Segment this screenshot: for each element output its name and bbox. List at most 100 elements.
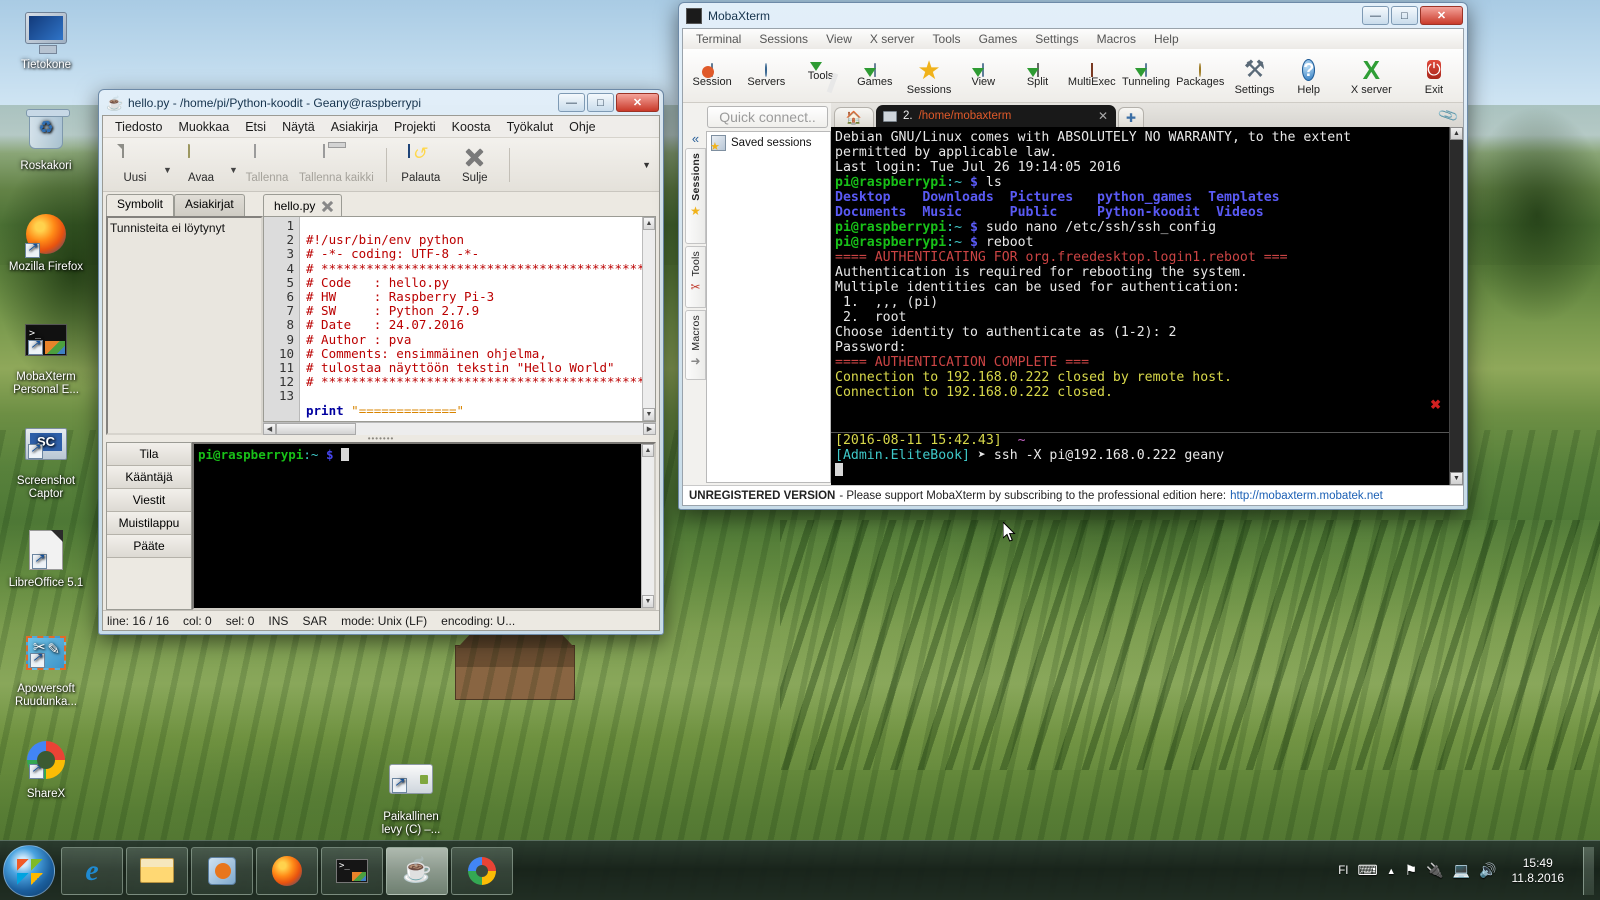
menu-tiedosto[interactable]: Tiedosto bbox=[107, 118, 170, 136]
saved-sessions-tree[interactable]: Saved sessions bbox=[706, 131, 831, 483]
geany-titlebar[interactable]: ☕ hello.py - /home/pi/Python-koodit - Ge… bbox=[99, 90, 663, 116]
toolbar-exit-button[interactable]: ⏻ Exit bbox=[1407, 56, 1461, 96]
tab-close-icon[interactable] bbox=[321, 200, 333, 212]
moba-menu-games[interactable]: Games bbox=[970, 31, 1027, 47]
toolbar-help-button[interactable]: ? Help bbox=[1282, 56, 1336, 96]
geany-maximize-button[interactable]: □ bbox=[587, 93, 614, 112]
scroll-down-arrow-icon[interactable]: ▼ bbox=[642, 595, 654, 608]
vtab-tools[interactable]: Tools ✂ bbox=[685, 246, 706, 308]
usb-eject-icon[interactable]: 🔌 bbox=[1426, 862, 1443, 879]
start-button[interactable] bbox=[3, 844, 55, 897]
home-tab[interactable]: 🏠 bbox=[834, 107, 874, 127]
desktop-icon-tietokone[interactable]: Tietokone bbox=[0, 8, 92, 72]
msgtab-muistilappu[interactable]: Muistilappu bbox=[107, 512, 191, 535]
new-dropdown-caret-icon[interactable]: ▼ bbox=[163, 165, 173, 175]
network-icon[interactable]: 💻 bbox=[1453, 862, 1470, 879]
terminal-vertical-scrollbar[interactable]: ▲ ▼ bbox=[641, 444, 654, 608]
taskbar-button-mobaxterm[interactable]: >_ bbox=[321, 846, 383, 895]
show-desktop-button[interactable] bbox=[1583, 846, 1594, 895]
show-hidden-icons-icon[interactable]: ▲ bbox=[1387, 866, 1396, 876]
toolbar-split-button[interactable]: Split bbox=[1010, 62, 1064, 88]
sidebar-tab-symbolit[interactable]: Symbolit bbox=[106, 194, 175, 216]
scroll-up-arrow-icon[interactable]: ▲ bbox=[643, 217, 655, 230]
mobaxterm-titlebar[interactable]: MobaXterm — □ ✕ bbox=[679, 3, 1467, 29]
mobaxterm-maximize-button[interactable]: □ bbox=[1391, 6, 1418, 25]
taskbar-button-media-player[interactable] bbox=[191, 846, 253, 895]
code-editor[interactable]: 1 2 3 4 5 6 7 8 9 10 11 12 13 #!/usr/bin/env python … bbox=[263, 216, 656, 422]
msgtab-viestit[interactable]: Viestit bbox=[107, 489, 191, 512]
taskbar-button-file-explorer[interactable] bbox=[126, 846, 188, 895]
keyboard-icon[interactable]: ⌨ bbox=[1357, 862, 1377, 879]
toolbar-new-button[interactable]: Uusi bbox=[109, 144, 161, 184]
toolbar-save-all-button[interactable]: Tallenna kaikki bbox=[295, 144, 378, 184]
scroll-down-arrow-icon[interactable]: ▼ bbox=[643, 408, 655, 421]
editor-horizontal-scrollbar[interactable]: ◀ ▶ bbox=[263, 422, 656, 435]
terminal-tab-2[interactable]: 2. /home/mobaxterm ✕ bbox=[876, 105, 1116, 127]
moba-menu-settings[interactable]: Settings bbox=[1026, 31, 1087, 47]
scroll-up-arrow-icon[interactable]: ▲ bbox=[1450, 127, 1463, 140]
msgtab-tila[interactable]: Tila bbox=[107, 443, 191, 466]
scroll-left-arrow-icon[interactable]: ◀ bbox=[263, 423, 276, 435]
hscroll-thumb[interactable] bbox=[276, 423, 356, 435]
menu-tyokalut[interactable]: Työkalut bbox=[499, 118, 562, 136]
terminal-console[interactable]: Debian GNU/Linux comes with ABSOLUTELY N… bbox=[831, 127, 1463, 485]
moba-menu-help[interactable]: Help bbox=[1145, 31, 1188, 47]
volume-icon[interactable]: 🔊 bbox=[1479, 862, 1496, 879]
menu-etsi[interactable]: Etsi bbox=[237, 118, 274, 136]
menu-muokkaa[interactable]: Muokkaa bbox=[170, 118, 237, 136]
scroll-right-arrow-icon[interactable]: ▶ bbox=[643, 423, 656, 435]
toolbar-sessions-button[interactable]: ★ Sessions bbox=[902, 56, 956, 96]
desktop-icon-sharex[interactable]: ShareX bbox=[0, 738, 92, 801]
geany-window[interactable]: ☕ hello.py - /home/pi/Python-koodit - Ge… bbox=[98, 89, 664, 635]
open-dropdown-caret-icon[interactable]: ▼ bbox=[229, 165, 239, 175]
vtab-macros[interactable]: Macros ➜ bbox=[685, 310, 706, 380]
console-vertical-scrollbar[interactable]: ▲ ▼ bbox=[1449, 127, 1463, 485]
scroll-up-arrow-icon[interactable]: ▲ bbox=[642, 444, 654, 457]
code-text[interactable]: #!/usr/bin/env python # -*- coding: UTF-… bbox=[300, 217, 642, 421]
geany-minimize-button[interactable]: — bbox=[558, 93, 585, 112]
moba-menu-macros[interactable]: Macros bbox=[1088, 31, 1145, 47]
mobaxterm-window[interactable]: MobaXterm — □ ✕ Terminal Sessions View X… bbox=[678, 2, 1468, 510]
taskbar-clock[interactable]: 15:49 11.8.2016 bbox=[1506, 856, 1571, 886]
mobaxterm-close-button[interactable]: ✕ bbox=[1420, 6, 1463, 25]
toolbar-revert-button[interactable]: Palauta bbox=[395, 144, 447, 184]
sidebar-tab-asiakirjat[interactable]: Asiakirjat bbox=[174, 194, 245, 216]
paperclip-icon[interactable]: 📎 bbox=[1436, 104, 1460, 127]
desktop-icon-roskakori[interactable]: Roskakori bbox=[0, 109, 92, 173]
toolbar-packages-button[interactable]: Packages bbox=[1173, 62, 1227, 88]
moba-menu-sessions[interactable]: Sessions bbox=[750, 31, 817, 47]
taskbar-button-sharex[interactable] bbox=[451, 846, 513, 895]
toolbar-games-button[interactable]: Games bbox=[848, 62, 902, 88]
taskbar-button-internet-explorer[interactable]: e bbox=[61, 846, 123, 895]
toolbar-xserver-button[interactable]: X X server bbox=[1336, 56, 1407, 96]
toolbar-servers-button[interactable]: Servers bbox=[739, 62, 793, 88]
desktop-icon-libreoffice[interactable]: LibreOffice 5.1 bbox=[0, 528, 92, 590]
vtab-sessions[interactable]: Sessions ★ bbox=[685, 148, 706, 244]
moba-menu-view[interactable]: View bbox=[817, 31, 861, 47]
toolbar-save-button[interactable]: Tallenna bbox=[241, 144, 293, 184]
mobaxterm-website-link[interactable]: http://mobaxterm.mobatek.net bbox=[1230, 490, 1383, 502]
taskbar-button-geany[interactable]: ☕ bbox=[386, 846, 448, 895]
symbols-list[interactable]: Tunnisteita ei löytynyt bbox=[106, 216, 263, 435]
msgtab-paate[interactable]: Pääte bbox=[107, 535, 191, 558]
desktop-icon-apowersoft[interactable]: Apowersoft Ruudunka... bbox=[0, 633, 92, 709]
desktop-icon-mobaxterm[interactable]: MobaXterm Personal E... bbox=[0, 320, 92, 397]
editor-vertical-scrollbar[interactable]: ▲ ▼ bbox=[642, 217, 655, 421]
taskbar-button-firefox[interactable] bbox=[256, 846, 318, 895]
moba-menu-xserver[interactable]: X server bbox=[861, 31, 924, 47]
network-flag-icon[interactable]: ⚑ bbox=[1405, 862, 1418, 879]
toolbar-settings-button[interactable]: ⚒ Settings bbox=[1227, 56, 1281, 96]
desktop-icon-local-drive[interactable]: Paikallinen levy (C) –... bbox=[365, 758, 457, 837]
menu-projekti[interactable]: Projekti bbox=[386, 118, 444, 136]
msgtab-kaantaja[interactable]: Kääntäjä bbox=[107, 466, 191, 489]
scroll-down-arrow-icon[interactable]: ▼ bbox=[1450, 472, 1463, 485]
mobaxterm-minimize-button[interactable]: — bbox=[1362, 6, 1389, 25]
toolbar-view-button[interactable]: View bbox=[956, 62, 1010, 88]
toolbar-tools-button[interactable]: Tools bbox=[793, 61, 847, 82]
menu-asiakirja[interactable]: Asiakirja bbox=[323, 118, 386, 136]
toolbar-tunneling-button[interactable]: Tunneling bbox=[1119, 62, 1173, 88]
toolbar-close-button[interactable]: Sulje bbox=[449, 145, 501, 184]
toolbar-open-button[interactable]: Avaa bbox=[175, 144, 227, 184]
moba-menu-terminal[interactable]: Terminal bbox=[687, 31, 750, 47]
tab-close-icon[interactable]: ✕ bbox=[1098, 109, 1108, 123]
